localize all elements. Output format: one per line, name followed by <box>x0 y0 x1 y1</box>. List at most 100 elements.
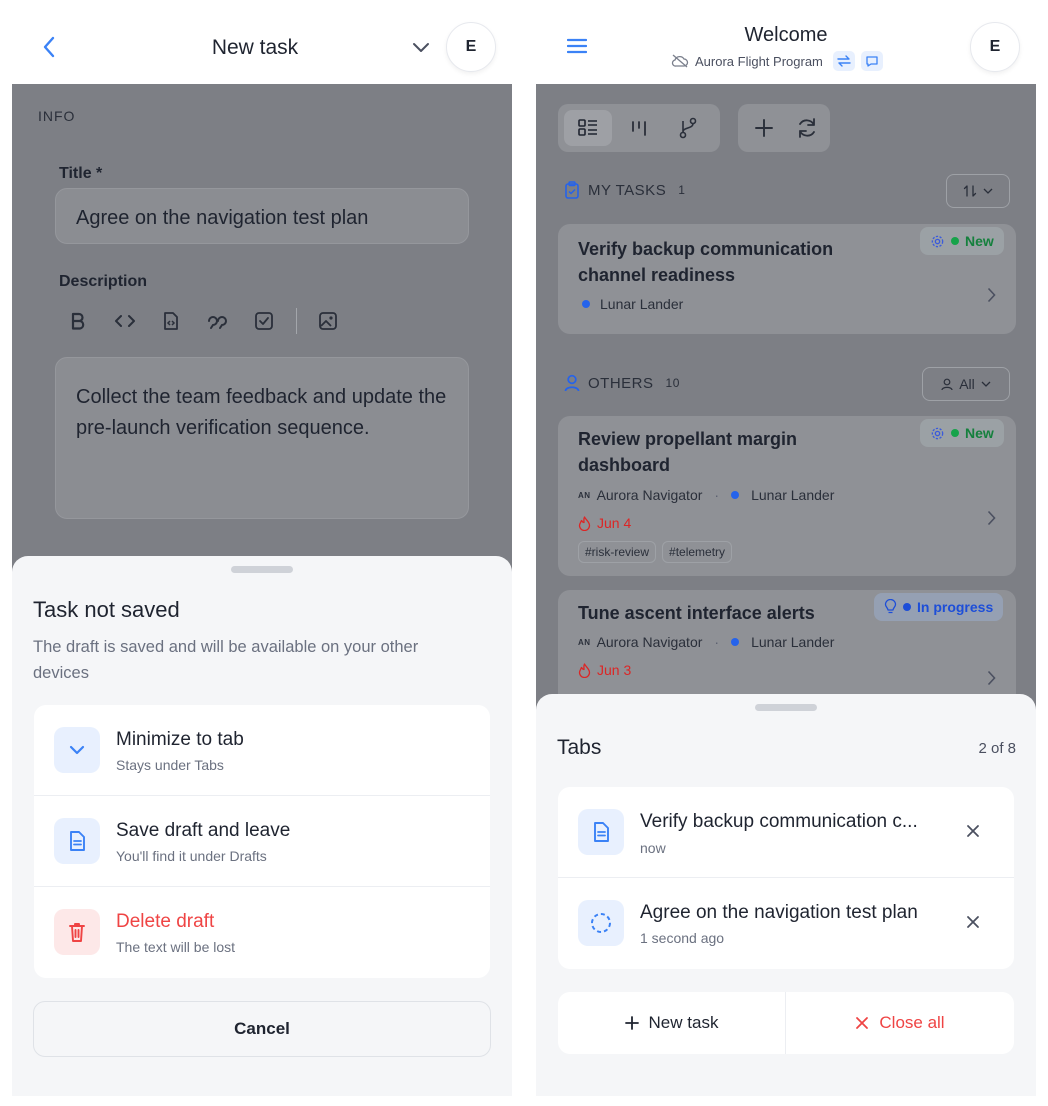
swap-icon[interactable] <box>832 51 855 71</box>
close-all-label: Close all <box>879 1013 945 1032</box>
section-label-info: INFO <box>38 108 76 124</box>
tag-list: #risk-review #telemetry <box>578 541 738 563</box>
header: Welcome Aurora Flight Program E <box>536 0 1036 84</box>
chevron-right-icon <box>987 287 996 303</box>
tab-list: Verify backup communication c... now Agr… <box>558 787 1014 969</box>
task-meta: AN Aurora Navigator · Lunar Lander <box>578 634 834 650</box>
format-toolbar <box>70 308 370 334</box>
code-block-icon[interactable] <box>162 311 180 331</box>
project-dot <box>582 300 590 308</box>
status-label: New <box>965 425 994 441</box>
avatar[interactable]: E <box>970 22 1020 72</box>
plus-icon[interactable] <box>754 118 774 138</box>
option-icon-box <box>54 818 100 864</box>
task-card[interactable]: Verify backup communication channel read… <box>558 224 1016 334</box>
sheet-actions: New task Close all <box>558 992 1014 1054</box>
image-icon[interactable] <box>318 311 338 331</box>
sheet-subtitle: The draft is saved and will be available… <box>33 638 419 682</box>
minimize-option[interactable]: Minimize to tab Stays under Tabs <box>34 705 490 796</box>
option-icon-box <box>54 727 100 773</box>
trash-icon <box>67 921 87 943</box>
description-field[interactable]: Collect the team feedback and update the… <box>55 357 469 519</box>
header: New task E <box>12 0 512 84</box>
sheet-grabber[interactable] <box>755 704 817 711</box>
document-icon <box>592 821 610 843</box>
task-title: Verify backup communication channel read… <box>578 239 834 285</box>
workspace-line: Aurora Flight Program <box>671 50 883 72</box>
tabs-sheet: Tabs 2 of 8 Verify backup communication … <box>536 694 1036 1096</box>
status-dot <box>951 429 959 437</box>
board-view-icon[interactable] <box>630 119 648 137</box>
chevron-down-icon <box>983 188 993 195</box>
meta-separator: · <box>714 634 720 650</box>
tab-item[interactable]: Verify backup communication c... now <box>558 787 1014 878</box>
status-badge: New <box>920 227 1004 255</box>
assignee-badge: AN <box>578 490 591 500</box>
tab-icon-box <box>578 900 624 946</box>
bold-icon[interactable] <box>70 312 86 330</box>
sort-button[interactable] <box>946 174 1010 208</box>
cancel-button[interactable]: Cancel <box>33 1001 491 1057</box>
option-title: Save draft and leave <box>116 820 291 841</box>
user-icon <box>564 374 580 392</box>
avatar[interactable]: E <box>446 22 496 72</box>
tag[interactable]: #telemetry <box>662 541 733 563</box>
gear-icon <box>930 234 945 249</box>
sheet-grabber[interactable] <box>231 566 293 573</box>
chevron-down-icon[interactable] <box>412 42 430 54</box>
task-project: Lunar Lander <box>582 296 683 312</box>
branch-icon[interactable] <box>678 117 698 139</box>
flame-icon <box>578 515 591 531</box>
chevron-right-icon <box>987 670 996 686</box>
option-title: Delete draft <box>116 911 215 932</box>
project-dot <box>731 638 740 646</box>
sheet-title: Task not saved <box>33 597 180 622</box>
task-title: Review propellant margin dashboard <box>578 429 798 475</box>
section-label: OTHERS <box>588 374 654 392</box>
task-meta: AN Aurora Navigator · Lunar Lander <box>578 487 834 503</box>
action-group <box>738 104 830 152</box>
close-icon[interactable] <box>966 824 980 838</box>
gear-icon <box>930 426 945 441</box>
chevron-down-icon <box>68 744 86 756</box>
chevron-down-icon <box>981 381 991 388</box>
due-date: Jun 4 <box>578 515 631 531</box>
title-field[interactable]: Agree on the navigation test plan <box>55 188 469 244</box>
page-title: Welcome <box>744 24 828 46</box>
tab-item[interactable]: Agree on the navigation test plan 1 seco… <box>558 878 1014 969</box>
new-task-label: New task <box>648 1013 719 1032</box>
status-label: New <box>965 233 994 249</box>
save-draft-option[interactable]: Save draft and leave You'll find it unde… <box>34 796 490 887</box>
assignee-name: Aurora Navigator <box>596 634 703 650</box>
tab-title: Verify backup communication c... <box>640 811 918 832</box>
due-label: Jun 4 <box>597 515 632 531</box>
code-icon[interactable] <box>114 313 136 329</box>
status-dot <box>903 603 911 611</box>
meta-separator: · <box>714 487 720 503</box>
quote-icon[interactable] <box>206 312 228 330</box>
checkbox-icon[interactable] <box>254 311 274 331</box>
task-card[interactable]: Review propellant margin dashboard New A… <box>558 416 1016 576</box>
new-task-button[interactable]: New task <box>558 992 786 1054</box>
section-others: OTHERS 10 <box>564 374 680 392</box>
chat-icon[interactable] <box>860 51 883 71</box>
section-count: 1 <box>678 183 686 197</box>
welcome-screen: Welcome Aurora Flight Program E MY TASKS… <box>536 0 1036 1096</box>
view-switcher <box>558 104 720 152</box>
project-name: Lunar Lander <box>751 634 835 650</box>
close-all-button[interactable]: Close all <box>786 992 1014 1054</box>
unsaved-sheet: Task not saved The draft is saved and wi… <box>12 556 512 1096</box>
list-view-button[interactable] <box>564 110 612 146</box>
title-label: Title * <box>59 165 103 182</box>
delete-draft-option[interactable]: Delete draft The text will be lost <box>34 887 490 978</box>
refresh-icon[interactable] <box>796 117 818 139</box>
section-label: MY TASKS <box>588 181 667 199</box>
tag[interactable]: #risk-review <box>578 541 657 563</box>
new-task-screen: New task E INFO Title * Agree on the nav… <box>12 0 512 1096</box>
workspace-name: Aurora Flight Program <box>695 53 823 69</box>
user-icon <box>941 378 953 391</box>
filter-button[interactable]: All <box>922 367 1010 401</box>
flame-icon <box>578 662 591 678</box>
tab-time: now <box>640 840 666 856</box>
close-icon[interactable] <box>966 915 980 929</box>
